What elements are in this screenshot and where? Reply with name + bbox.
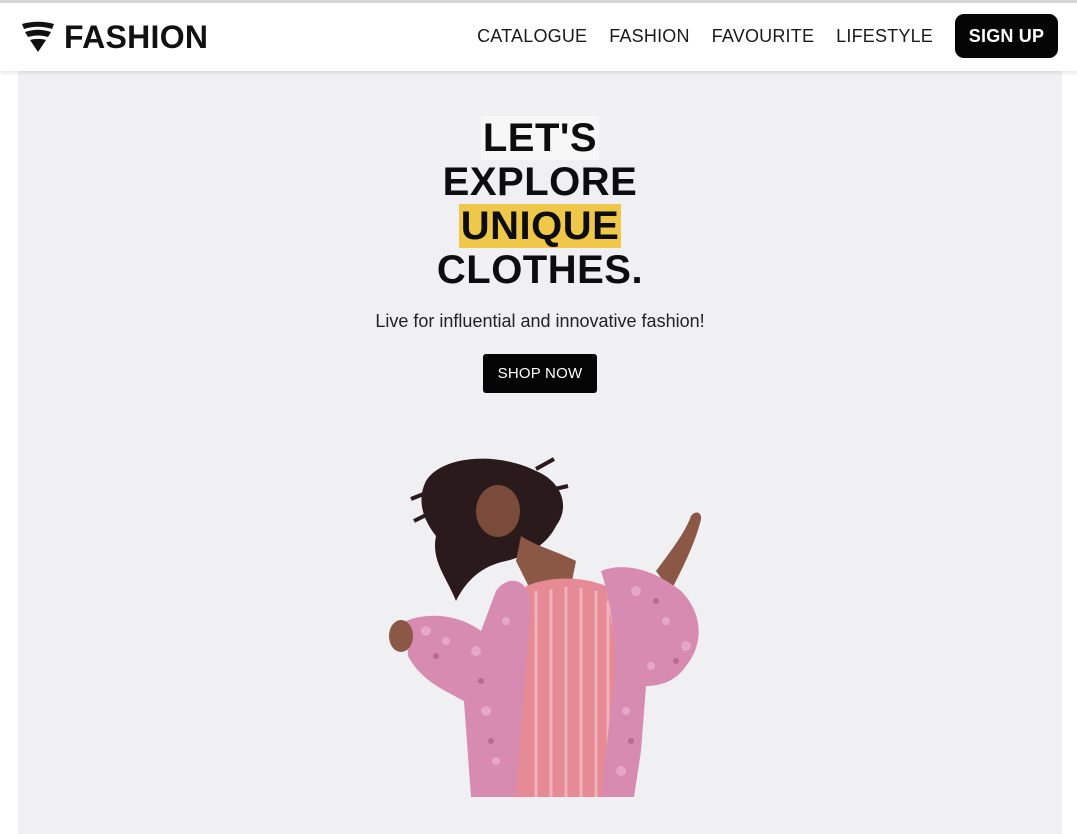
nav-fashion[interactable]: FASHION xyxy=(609,23,689,49)
layered-chevron-logo-icon xyxy=(22,21,54,52)
headline-line-4: CLOTHES. xyxy=(436,248,644,292)
nav-catalogue[interactable]: CATALOGUE xyxy=(477,23,587,49)
nav-lifestyle[interactable]: LIFESTYLE xyxy=(836,23,933,49)
woman-in-pink-fur-coat-image xyxy=(389,457,702,797)
nav-favourite[interactable]: FAVOURITE xyxy=(712,23,814,49)
main-nav: CATALOGUE FASHION FAVOURITE LIFESTYLE xyxy=(477,23,933,49)
headline-line-3-highlighted: UNIQUE xyxy=(458,204,622,248)
hero-section: LET'S EXPLORE UNIQUE CLOTHES. Live for i… xyxy=(18,71,1062,834)
headline-line-2: EXPLORE xyxy=(442,160,638,204)
hero-headline: LET'S EXPLORE UNIQUE CLOTHES. xyxy=(18,116,1062,292)
sign-up-button[interactable]: SIGN UP xyxy=(955,14,1058,58)
site-header: FASHION CATALOGUE FASHION FAVOURITE LIFE… xyxy=(0,3,1077,71)
brand-name: FASHION xyxy=(64,18,209,55)
brand[interactable]: FASHION xyxy=(21,17,208,57)
headline-line-1: LET'S xyxy=(480,116,600,160)
shop-now-button[interactable]: SHOP NOW xyxy=(483,354,597,393)
hero-tagline: Live for influential and innovative fash… xyxy=(375,311,705,331)
